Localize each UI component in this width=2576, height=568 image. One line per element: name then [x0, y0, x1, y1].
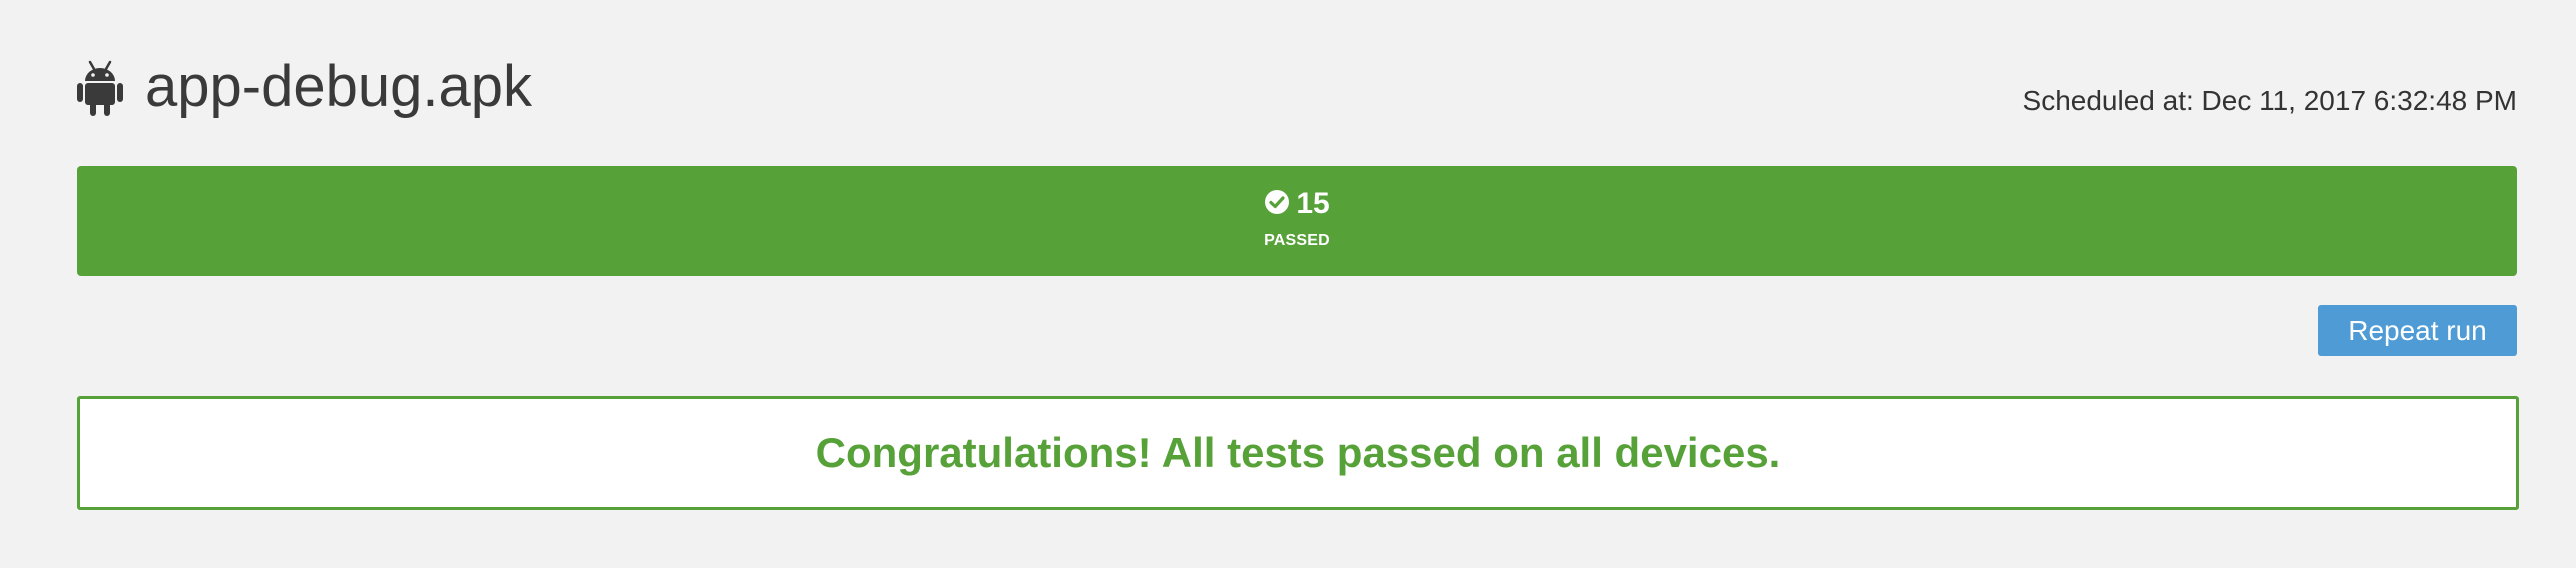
passed-count: 15 — [1296, 187, 1330, 220]
check-circle-icon — [1265, 190, 1290, 214]
result-message: Congratulations! All tests passed on all… — [815, 429, 1781, 476]
passed-label: PASSED — [1264, 232, 1330, 249]
repeat-run-button[interactable]: Repeat run — [2318, 305, 2517, 356]
status-count-row: 15 — [77, 186, 2517, 222]
passed-status-bar[interactable]: 15 PASSED — [77, 166, 2517, 276]
run-header: app-debug.apk Scheduled at: Dec 11, 2017… — [77, 48, 2517, 128]
android-icon — [77, 60, 123, 116]
app-title: app-debug.apk — [145, 54, 532, 119]
scheduled-timestamp: Scheduled at: Dec 11, 2017 6:32:48 PM — [2022, 85, 2517, 116]
result-message-box: Congratulations! All tests passed on all… — [77, 396, 2519, 510]
